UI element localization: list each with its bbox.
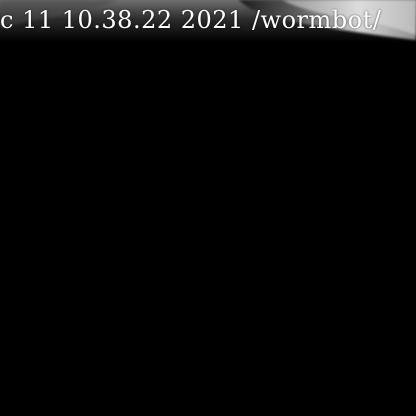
camera-frame: c 11 10.38.22 2021 /wormbot/ [0,0,416,416]
timestamp-overlay: c 11 10.38.22 2021 /wormbot/ [0,0,416,42]
dark-background [0,0,416,416]
camera-image [0,0,416,416]
timestamp-text: c 11 10.38.22 2021 /wormbot/ [0,6,382,34]
